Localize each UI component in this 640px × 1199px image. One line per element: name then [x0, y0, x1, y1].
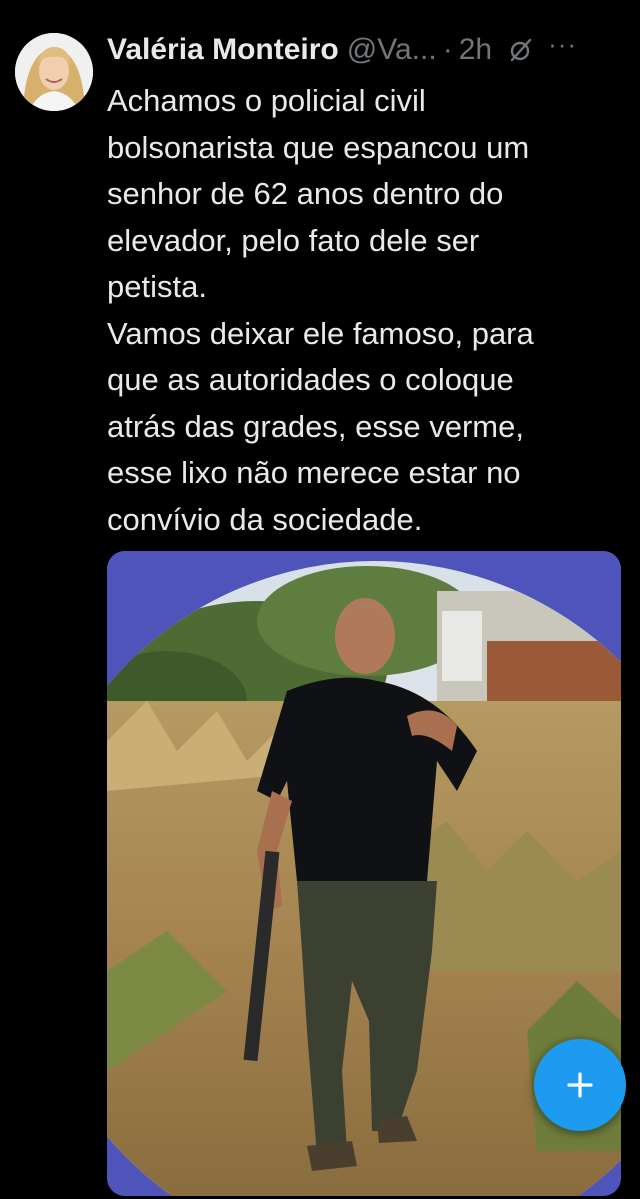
grok-icon[interactable] — [508, 37, 534, 63]
separator-dot: · — [442, 33, 453, 66]
timestamp[interactable]: 2h — [459, 33, 492, 67]
handle[interactable]: @Va... — [347, 33, 437, 67]
display-name[interactable]: Valéria Monteiro — [107, 33, 339, 67]
compose-button[interactable] — [534, 1039, 626, 1131]
tweet[interactable]: Valéria Monteiro @Va... · 2h ··· Achamos… — [0, 0, 640, 1199]
avatar-image — [15, 33, 93, 111]
more-icon[interactable]: ··· — [548, 29, 577, 60]
plus-icon — [567, 1072, 593, 1098]
tweet-text: Achamos o policial civil bolsonarista qu… — [107, 83, 534, 537]
avatar[interactable] — [15, 33, 93, 111]
tweet-header: Valéria Monteiro @Va... · 2h ··· — [107, 28, 627, 72]
